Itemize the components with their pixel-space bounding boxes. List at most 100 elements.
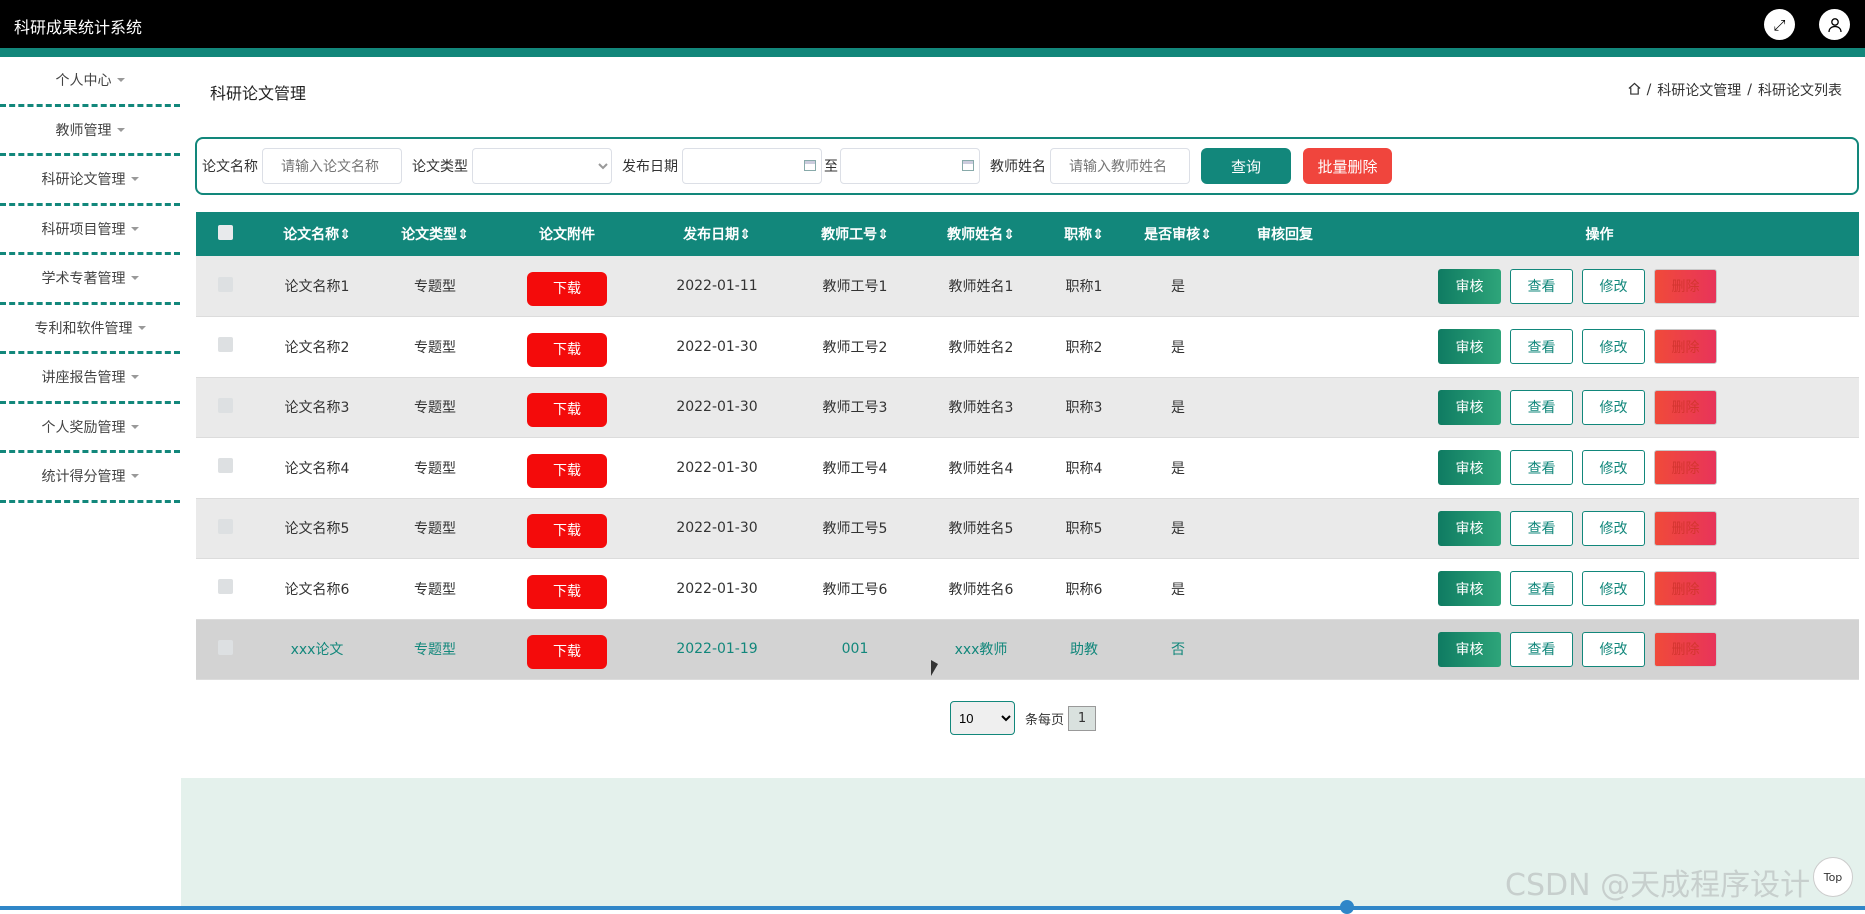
delete-button[interactable]: 删除	[1654, 329, 1717, 365]
delete-button[interactable]: 删除	[1654, 389, 1717, 425]
download-button[interactable]: 下载	[527, 635, 607, 670]
calendar-icon[interactable]	[962, 160, 974, 171]
view-button[interactable]: 查看	[1510, 329, 1573, 365]
row-checkbox[interactable]	[217, 337, 233, 353]
cell-paper-type: 专题型	[414, 400, 456, 417]
sidebar-item[interactable]: 科研论文管理	[0, 156, 180, 206]
col-title[interactable]: 职称⇕	[1042, 212, 1126, 256]
cell-teacher-name: 教师姓名1	[948, 279, 1014, 295]
edit-button[interactable]: 修改	[1582, 450, 1645, 486]
sidebar-item[interactable]: 个人中心	[0, 57, 180, 107]
row-checkbox[interactable]	[217, 458, 233, 474]
row-operations: 审核 查看 修改 删除	[1340, 571, 1859, 607]
download-button[interactable]: 下载	[527, 332, 607, 367]
page-size-select[interactable]: 10	[950, 701, 1015, 735]
date-to-label: 至	[824, 159, 838, 175]
home-icon[interactable]	[1628, 82, 1641, 99]
row-checkbox[interactable]	[217, 518, 233, 534]
audit-button[interactable]: 审核	[1438, 389, 1501, 425]
delete-button[interactable]: 删除	[1654, 510, 1717, 546]
audit-button[interactable]: 审核	[1438, 631, 1501, 667]
sort-icon[interactable]: ⇕	[1200, 227, 1212, 243]
download-button[interactable]: 下载	[527, 272, 607, 306]
table-row: xxx论文 专题型 下载 2022-01-19 001 xxx教师 助教 否 审核 查看 修改 删除	[196, 619, 1859, 680]
sidebar-item[interactable]: 专利和软件管理	[0, 305, 180, 354]
batch-delete-button[interactable]: 批量删除	[1303, 148, 1392, 184]
sort-icon[interactable]: ⇕	[457, 227, 469, 243]
sidebar-item[interactable]: 统计得分管理	[0, 453, 180, 503]
sidebar-item[interactable]: 学术专著管理	[0, 255, 180, 305]
sidebar-item[interactable]: 讲座报告管理	[0, 354, 180, 404]
date-to-input[interactable]	[840, 148, 980, 184]
col-publish-date[interactable]: 发布日期⇕	[644, 212, 790, 256]
download-button[interactable]: 下载	[527, 574, 607, 609]
date-from-input[interactable]	[682, 148, 822, 184]
back-to-top-button[interactable]: Top	[1813, 857, 1853, 897]
breadcrumb-separator: /	[1747, 82, 1752, 98]
calendar-icon[interactable]	[804, 160, 816, 171]
cell-publish-date: 2022-01-11	[676, 278, 758, 294]
sort-icon[interactable]: ⇕	[1003, 227, 1015, 243]
cell-audit-reply	[1230, 438, 1340, 499]
view-button[interactable]: 查看	[1510, 268, 1573, 304]
edit-button[interactable]: 修改	[1582, 329, 1645, 365]
row-checkbox[interactable]	[217, 579, 233, 595]
user-icon[interactable]	[1819, 9, 1850, 40]
row-operations: 审核 查看 修改 删除	[1340, 631, 1859, 667]
expand-icon[interactable]: ⤢	[1764, 9, 1795, 40]
view-button[interactable]: 查看	[1510, 631, 1573, 667]
audit-button[interactable]: 审核	[1438, 510, 1501, 546]
audit-button[interactable]: 审核	[1438, 450, 1501, 486]
sort-icon[interactable]: ⇕	[339, 227, 351, 243]
delete-button[interactable]: 删除	[1654, 268, 1717, 304]
edit-button[interactable]: 修改	[1582, 389, 1645, 425]
download-button[interactable]: 下载	[527, 453, 607, 488]
audit-button[interactable]: 审核	[1438, 329, 1501, 365]
select-all-checkbox[interactable]	[217, 224, 233, 240]
view-button[interactable]: 查看	[1510, 450, 1573, 486]
cell-publish-date: 2022-01-30	[676, 520, 758, 537]
chevron-down-icon	[130, 474, 139, 479]
paper-type-select[interactable]	[472, 148, 612, 184]
paper-table: 论文名称⇕ 论文类型⇕ 论文附件 发布日期⇕ 教师工号⇕ 教师姓名⇕ 职称⇕ 是…	[196, 212, 1859, 680]
sidebar-item[interactable]: 个人奖励管理	[0, 404, 180, 453]
col-teacher-no[interactable]: 教师工号⇕	[790, 212, 920, 256]
delete-button[interactable]: 删除	[1654, 450, 1717, 486]
view-button[interactable]: 查看	[1510, 510, 1573, 546]
edit-button[interactable]: 修改	[1582, 268, 1645, 304]
edit-button[interactable]: 修改	[1582, 510, 1645, 546]
delete-button[interactable]: 删除	[1654, 571, 1717, 607]
col-teacher-name[interactable]: 教师姓名⇕	[920, 212, 1042, 256]
teacher-name-label: 教师姓名	[990, 159, 1046, 175]
col-audited[interactable]: 是否审核⇕	[1126, 212, 1230, 256]
sort-icon[interactable]: ⇕	[739, 227, 751, 243]
delete-button-label: 删除	[1671, 581, 1700, 598]
view-button[interactable]: 查看	[1510, 389, 1573, 425]
row-checkbox[interactable]	[217, 397, 233, 413]
sort-icon[interactable]: ⇕	[877, 227, 889, 243]
col-paper-name[interactable]: 论文名称⇕	[254, 212, 380, 256]
sort-icon[interactable]: ⇕	[1092, 227, 1104, 243]
date-from-field[interactable]	[682, 148, 822, 184]
download-button[interactable]: 下载	[527, 393, 607, 428]
row-checkbox[interactable]	[217, 639, 233, 655]
row-checkbox[interactable]	[217, 276, 233, 292]
edit-button[interactable]: 修改	[1582, 631, 1645, 667]
download-button[interactable]: 下载	[527, 514, 607, 549]
audit-button[interactable]: 审核	[1438, 571, 1501, 607]
date-to-field[interactable]	[840, 148, 980, 184]
row-operations: 审核 查看 修改 删除	[1340, 329, 1859, 365]
view-button[interactable]: 查看	[1510, 571, 1573, 607]
audit-button[interactable]: 审核	[1438, 268, 1501, 304]
sidebar-item[interactable]: 科研项目管理	[0, 206, 180, 255]
scroll-handle[interactable]	[1340, 900, 1354, 914]
delete-button[interactable]: 删除	[1654, 631, 1717, 667]
page-number[interactable]: 1	[1068, 705, 1097, 731]
col-paper-type[interactable]: 论文类型⇕	[380, 212, 490, 256]
paper-name-input[interactable]	[262, 148, 402, 184]
sidebar-item[interactable]: 教师管理	[0, 107, 180, 156]
query-button[interactable]: 查询	[1201, 148, 1291, 184]
breadcrumb-item[interactable]: 科研论文管理	[1657, 80, 1741, 100]
teacher-name-input[interactable]	[1050, 148, 1190, 184]
edit-button[interactable]: 修改	[1582, 571, 1645, 607]
